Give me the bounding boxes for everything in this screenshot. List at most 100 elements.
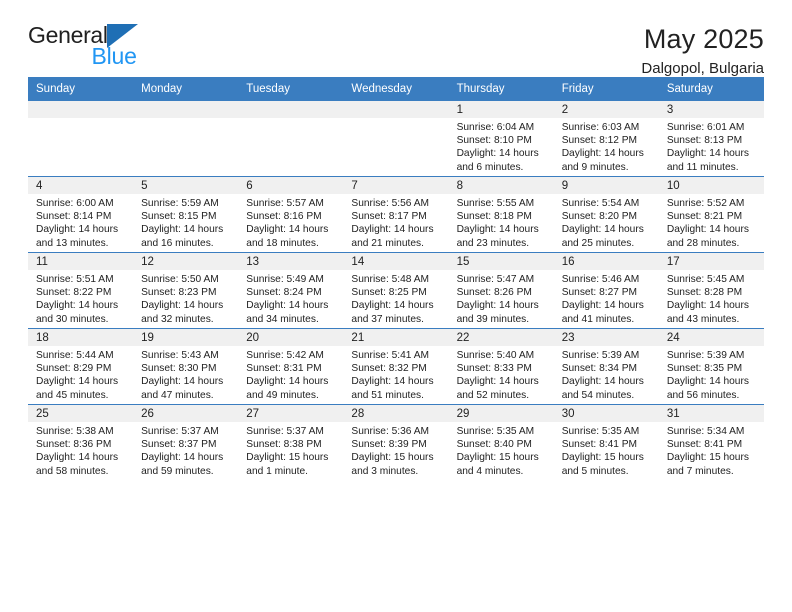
calendar-day-cell[interactable]: 30 Sunrise: 5:35 AM Sunset: 8:41 PM Dayligh… — [553, 404, 659, 480]
page-subtitle-location: Dalgopol, Bulgaria — [641, 60, 764, 77]
calendar-day-cell[interactable]: 25 Sunrise: 5:38 AM Sunset: 8:36 PM Dayligh… — [28, 404, 134, 480]
day-details: Sunrise: 5:59 AM Sunset: 8:15 PM Daylight:… — [133, 194, 238, 250]
daylight-duration-line2: and 54 minutes. — [561, 389, 635, 401]
calendar-day-cell[interactable]: 4 Sunrise: 6:00 AM Sunset: 8:14 PM Daylight… — [28, 176, 134, 253]
calendar-day-cell[interactable]: 12 Sunrise: 5:50 AM Sunset: 8:23 PM Dayligh… — [133, 252, 239, 329]
sunset-time: Sunset: 8:37 PM — [141, 439, 217, 451]
calendar-day-cell[interactable]: 21 Sunrise: 5:41 AM Sunset: 8:32 PM Dayligh… — [343, 328, 449, 405]
sunrise-time: Sunrise: 5:35 AM — [456, 426, 535, 437]
calendar-day-cell[interactable]: 10 Sunrise: 5:52 AM Sunset: 8:21 PM Dayligh… — [658, 176, 764, 253]
sunrise-time: Sunrise: 5:42 AM — [246, 350, 324, 361]
sunrise-time: Sunrise: 5:39 AM — [666, 350, 745, 361]
day-number — [133, 101, 239, 118]
daylight-duration-line2: and 18 minutes. — [246, 237, 319, 249]
day-details: Sunrise: 6:03 AM Sunset: 8:12 PM Daylight:… — [554, 118, 659, 174]
calendar-day-cell[interactable]: 23 Sunrise: 5:39 AM Sunset: 8:34 PM Dayligh… — [553, 328, 659, 405]
daylight-duration-line2: and 39 minutes. — [456, 313, 530, 325]
day-number: 31 — [658, 405, 764, 422]
sunrise-time: Sunrise: 5:55 AM — [456, 198, 535, 209]
day-details: Sunrise: 6:01 AM Sunset: 8:13 PM Daylight:… — [659, 118, 764, 174]
daylight-duration-line1: Daylight: 14 hours — [666, 376, 749, 388]
sunset-time: Sunset: 8:36 PM — [36, 439, 112, 451]
calendar-day-cell[interactable]: 11 Sunrise: 5:51 AM Sunset: 8:22 PM Dayligh… — [28, 252, 134, 329]
day-number: 11 — [28, 253, 134, 270]
day-details: Sunrise: 5:49 AM Sunset: 8:24 PM Daylight:… — [238, 270, 343, 326]
weekday-header-wednesday: Wednesday — [343, 77, 449, 101]
daylight-duration-line2: and 16 minutes. — [141, 237, 214, 249]
calendar-day-cell[interactable]: 29 Sunrise: 5:35 AM Sunset: 8:40 PM Dayligh… — [448, 404, 554, 480]
day-number: 26 — [133, 405, 239, 422]
sunset-time: Sunset: 8:18 PM — [456, 211, 532, 223]
calendar-day-cell[interactable]: 28 Sunrise: 5:36 AM Sunset: 8:39 PM Dayligh… — [343, 404, 449, 480]
sunrise-time: Sunrise: 5:37 AM — [246, 426, 324, 437]
daylight-duration-line2: and 51 minutes. — [351, 389, 424, 401]
daylight-duration-line2: and 32 minutes. — [141, 313, 214, 325]
day-number: 17 — [658, 253, 764, 270]
day-number: 1 — [448, 101, 554, 118]
logo-text-blue: Blue — [91, 43, 137, 69]
calendar-week-row: 1 Sunrise: 6:04 AM Sunset: 8:10 PM Daylight… — [28, 101, 764, 177]
calendar-day-cell[interactable]: 24 Sunrise: 5:39 AM Sunset: 8:35 PM Dayligh… — [658, 328, 764, 405]
calendar-day-cell[interactable]: 17 Sunrise: 5:45 AM Sunset: 8:28 PM Dayligh… — [658, 252, 764, 329]
general-blue-logo[interactable]: General Blue — [28, 22, 138, 68]
calendar-day-cell[interactable]: 6 Sunrise: 5:57 AM Sunset: 8:16 PM Daylight… — [238, 176, 344, 253]
daylight-duration-line1: Daylight: 14 hours — [36, 376, 119, 388]
sunset-time: Sunset: 8:41 PM — [666, 439, 743, 451]
day-details: Sunrise: 5:41 AM Sunset: 8:32 PM Daylight:… — [343, 346, 448, 402]
daylight-duration-line1: Daylight: 15 hours — [561, 452, 644, 464]
sunrise-time: Sunrise: 5:57 AM — [246, 198, 324, 209]
calendar-day-cell[interactable]: 19 Sunrise: 5:43 AM Sunset: 8:30 PM Dayligh… — [133, 328, 239, 405]
calendar-day-cell[interactable]: 15 Sunrise: 5:47 AM Sunset: 8:26 PM Dayligh… — [448, 252, 554, 329]
daylight-duration-line1: Daylight: 15 hours — [666, 452, 749, 464]
daylight-duration-line1: Daylight: 14 hours — [666, 300, 749, 312]
daylight-duration-line2: and 56 minutes. — [666, 389, 740, 401]
day-details: Sunrise: 5:57 AM Sunset: 8:16 PM Daylight:… — [238, 194, 343, 250]
calendar-day-cell[interactable]: 9 Sunrise: 5:54 AM Sunset: 8:20 PM Daylight… — [553, 176, 659, 253]
sunset-time: Sunset: 8:24 PM — [246, 287, 322, 299]
day-number — [28, 101, 134, 118]
calendar-day-cell[interactable]: 26 Sunrise: 5:37 AM Sunset: 8:37 PM Dayligh… — [133, 404, 239, 480]
day-details: Sunrise: 5:56 AM Sunset: 8:17 PM Daylight:… — [343, 194, 448, 250]
day-details: Sunrise: 5:45 AM Sunset: 8:28 PM Daylight:… — [659, 270, 764, 326]
daylight-duration-line1: Daylight: 14 hours — [666, 148, 749, 160]
day-details: Sunrise: 5:36 AM Sunset: 8:39 PM Daylight:… — [343, 422, 448, 478]
daylight-duration-line1: Daylight: 14 hours — [141, 300, 224, 312]
calendar-day-cell[interactable]: 13 Sunrise: 5:49 AM Sunset: 8:24 PM Dayligh… — [238, 252, 344, 329]
sunrise-time: Sunrise: 6:03 AM — [561, 122, 640, 133]
weekday-header-monday: Monday — [133, 77, 239, 101]
calendar-day-cell[interactable]: 14 Sunrise: 5:48 AM Sunset: 8:25 PM Dayligh… — [343, 252, 449, 329]
sunrise-time: Sunrise: 5:59 AM — [141, 198, 219, 209]
calendar-day-cell[interactable]: 2 Sunrise: 6:03 AM Sunset: 8:12 PM Daylight… — [553, 101, 659, 177]
calendar-day-cell[interactable]: 18 Sunrise: 5:44 AM Sunset: 8:29 PM Dayligh… — [28, 328, 134, 405]
calendar-day-cell[interactable]: 20 Sunrise: 5:42 AM Sunset: 8:31 PM Dayligh… — [238, 328, 344, 405]
day-number: 23 — [553, 329, 659, 346]
sunset-time: Sunset: 8:32 PM — [351, 363, 427, 375]
day-details: Sunrise: 5:39 AM Sunset: 8:35 PM Daylight:… — [659, 346, 764, 402]
calendar-day-cell[interactable]: 1 Sunrise: 6:04 AM Sunset: 8:10 PM Daylight… — [448, 101, 554, 177]
day-number: 13 — [238, 253, 344, 270]
calendar-day-cell[interactable]: 5 Sunrise: 5:59 AM Sunset: 8:15 PM Daylight… — [133, 176, 239, 253]
sunset-time: Sunset: 8:17 PM — [351, 211, 427, 223]
calendar-day-cell[interactable]: 27 Sunrise: 5:37 AM Sunset: 8:38 PM Dayligh… — [238, 404, 344, 480]
daylight-duration-line1: Daylight: 14 hours — [561, 224, 644, 236]
calendar-day-cell[interactable]: 22 Sunrise: 5:40 AM Sunset: 8:33 PM Dayligh… — [448, 328, 554, 405]
daylight-duration-line1: Daylight: 14 hours — [351, 224, 434, 236]
day-details: Sunrise: 5:48 AM Sunset: 8:25 PM Daylight:… — [343, 270, 448, 326]
daylight-duration-line2: and 25 minutes. — [561, 237, 635, 249]
daylight-duration-line1: Daylight: 14 hours — [456, 224, 539, 236]
calendar-day-cell[interactable]: 31 Sunrise: 5:34 AM Sunset: 8:41 PM Dayligh… — [658, 404, 764, 480]
daylight-duration-line2: and 3 minutes. — [351, 465, 419, 477]
weekday-header-saturday: Saturday — [658, 77, 764, 101]
daylight-duration-line2: and 49 minutes. — [246, 389, 319, 401]
calendar-day-cell[interactable]: 16 Sunrise: 5:46 AM Sunset: 8:27 PM Dayligh… — [553, 252, 659, 329]
day-details: Sunrise: 5:40 AM Sunset: 8:33 PM Daylight:… — [449, 346, 554, 402]
calendar-week-row: 11 Sunrise: 5:51 AM Sunset: 8:22 PM Dayligh… — [28, 252, 764, 329]
calendar-day-cell[interactable]: 3 Sunrise: 6:01 AM Sunset: 8:13 PM Daylight… — [658, 101, 764, 177]
calendar-day-cell[interactable]: 8 Sunrise: 5:55 AM Sunset: 8:18 PM Daylight… — [448, 176, 554, 253]
calendar-day-cell[interactable]: 7 Sunrise: 5:56 AM Sunset: 8:17 PM Daylight… — [343, 176, 449, 253]
day-number: 9 — [553, 177, 659, 194]
day-details: Sunrise: 5:38 AM Sunset: 8:36 PM Daylight:… — [28, 422, 133, 478]
sunset-time: Sunset: 8:30 PM — [141, 363, 217, 375]
page-header: General Blue May 2025 Dalgopol, Bulgaria — [28, 0, 764, 78]
sunset-time: Sunset: 8:31 PM — [246, 363, 322, 375]
